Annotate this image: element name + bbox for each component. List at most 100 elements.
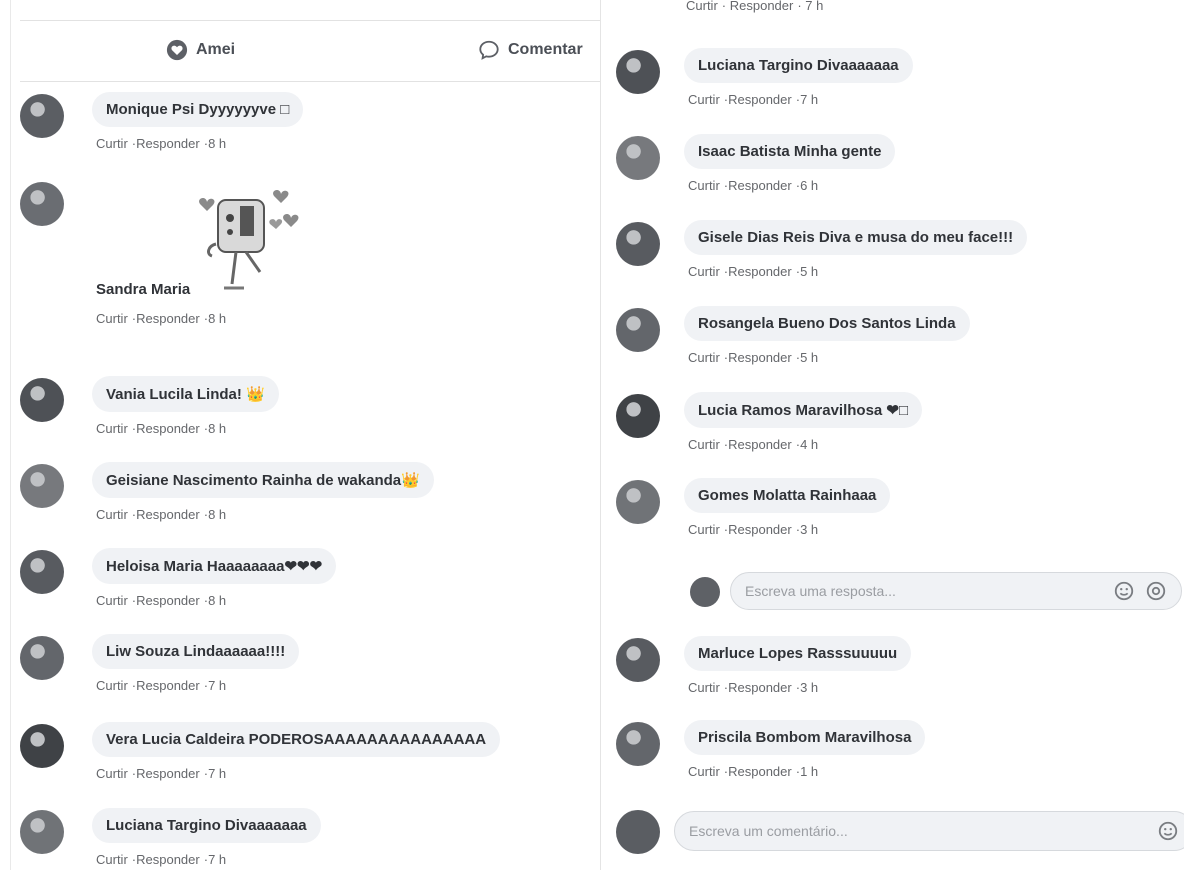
like-link[interactable]: Curtir [96, 593, 128, 608]
commenter-name[interactable]: Monique Psi [106, 101, 194, 118]
comment-body: Lucia Ramos Maravilhosa ❤□ Curtir ·Respond… [684, 392, 923, 452]
avatar[interactable] [616, 50, 660, 94]
comment-text: Linda! 👑 [196, 386, 265, 403]
like-link[interactable]: Curtir [96, 507, 128, 522]
emoji-icon[interactable] [1157, 820, 1179, 842]
reply-link[interactable]: Responder [728, 92, 792, 107]
reply-link[interactable]: Responder [136, 421, 200, 436]
avatar[interactable] [616, 722, 660, 766]
comment-bubble: Lucia Ramos Maravilhosa ❤□ [684, 392, 923, 428]
reply-link[interactable]: Responder [728, 437, 792, 452]
comment-composer: Escreva um comentário... [616, 808, 1184, 854]
avatar[interactable] [20, 378, 64, 422]
reply-input[interactable]: Escreva uma resposta... [730, 572, 1182, 610]
comment-bubble: Luciana Targino Divaaaaaaa [684, 48, 913, 83]
avatar[interactable] [616, 394, 660, 438]
reply-link[interactable]: Responder [728, 764, 792, 779]
like-link[interactable]: Curtir [688, 680, 720, 695]
comment-item: Priscila Bombom Maravilhosa Curtir ·Respon… [616, 720, 926, 779]
comment-item: Gomes Molatta Rainhaaa Curtir ·Responder ·3… [616, 478, 891, 537]
reply-link[interactable]: Responder [728, 680, 792, 695]
comment-meta: Curtir ·Responder ·8 h [96, 507, 227, 522]
comment-text: Rasssuuuuu [807, 645, 898, 662]
love-label: Amei [196, 41, 236, 58]
reply-link[interactable]: Responder [728, 178, 792, 193]
comment-item: Rosangela Bueno Dos Santos Linda Curtir ·R… [616, 306, 970, 365]
commenter-name[interactable]: Luciana Targino [698, 57, 813, 74]
avatar[interactable] [20, 550, 64, 594]
commenter-name[interactable]: Gomes Molatta [698, 487, 806, 504]
reply-link[interactable]: Responder [728, 522, 792, 537]
comment-text: Haaaaaaaa❤❤❤ [206, 558, 323, 575]
avatar[interactable] [20, 636, 64, 680]
reply-link[interactable]: Responder [136, 766, 200, 781]
avatar[interactable] [20, 724, 64, 768]
reply-link[interactable]: Responder [730, 0, 794, 13]
timestamp: 3 h [800, 522, 819, 537]
like-link[interactable]: Curtir [688, 437, 720, 452]
like-link[interactable]: Curtir [688, 350, 720, 365]
like-link[interactable]: Curtir [688, 92, 720, 107]
reply-link[interactable]: Responder [728, 350, 792, 365]
comment-bubble: Vera Lucia Caldeira PODEROSAAAAAAAAAAAAA… [92, 722, 501, 757]
timestamp: 5 h [800, 350, 819, 365]
commenter-name[interactable]: Heloisa Maria [106, 558, 203, 575]
avatar[interactable] [616, 308, 660, 352]
timestamp: 6 h [800, 178, 819, 193]
like-link[interactable]: Curtir [688, 522, 720, 537]
comment-input[interactable]: Escreva um comentário... [674, 811, 1184, 851]
like-link[interactable]: Curtir [688, 764, 720, 779]
comment-bubble: Vania Lucila Linda! 👑 [92, 376, 279, 412]
like-link[interactable]: Curtir [96, 136, 128, 151]
comment-button[interactable]: Comentar [478, 39, 583, 61]
commenter-name[interactable]: Marluce Lopes [698, 645, 803, 662]
like-link[interactable]: Curtir [96, 766, 128, 781]
comment-meta: Curtir ·Responder ·8 h [96, 421, 227, 436]
reply-link[interactable]: Responder [728, 264, 792, 279]
commenter-name[interactable]: Isaac Batista [698, 143, 790, 160]
comment-text: PODEROSAAAAAAAAAAAAAAA [248, 731, 487, 748]
divider [10, 0, 11, 870]
like-link[interactable]: Curtir [96, 852, 128, 867]
left-comments-panel: Amei Comentar Monique Psi Dyyyyyyve □ Cur… [0, 0, 601, 870]
commenter-name[interactable]: Luciana Targino [106, 817, 221, 834]
comment-body: Priscila Bombom Maravilhosa Curtir ·Respon… [684, 720, 926, 779]
comment-bubble: Sandra Maria [92, 277, 194, 302]
commenter-name[interactable]: Vania Lucila [106, 386, 193, 403]
commenter-name[interactable]: Lucia Ramos [698, 402, 791, 419]
like-link[interactable]: Curtir [96, 678, 128, 693]
reply-link[interactable]: Responder [136, 311, 200, 326]
reply-link[interactable]: Responder [136, 593, 200, 608]
commenter-name[interactable]: Sandra Maria [96, 281, 190, 298]
avatar[interactable] [20, 810, 64, 854]
commenter-name[interactable]: Geisiane Nascimento [106, 472, 258, 489]
like-link[interactable]: Curtir [686, 0, 718, 13]
reply-link[interactable]: Responder [136, 136, 200, 151]
love-button[interactable]: Amei [166, 39, 235, 61]
comment-meta: Curtir ·Responder ·7 h [96, 678, 227, 693]
avatar[interactable] [20, 182, 64, 226]
like-link[interactable]: Curtir [96, 421, 128, 436]
avatar[interactable] [20, 94, 64, 138]
like-link[interactable]: Curtir [688, 178, 720, 193]
avatar[interactable] [616, 480, 660, 524]
commenter-name[interactable]: Priscila Bombom [698, 729, 821, 746]
commenter-name[interactable]: Rosangela Bueno Dos Santos [698, 315, 911, 332]
commenter-name[interactable]: Vera Lucia Caldeira [106, 731, 244, 748]
emoji-icon[interactable] [1113, 580, 1135, 602]
avatar[interactable] [20, 464, 64, 508]
comment-icon [479, 40, 499, 60]
reply-link[interactable]: Responder [136, 678, 200, 693]
like-link[interactable]: Curtir [96, 311, 128, 326]
reply-link[interactable]: Responder [136, 507, 200, 522]
reply-link[interactable]: Responder [136, 852, 200, 867]
avatar[interactable] [616, 222, 660, 266]
commenter-name[interactable]: Gisele Dias Reis [698, 229, 815, 246]
avatar[interactable] [616, 136, 660, 180]
like-link[interactable]: Curtir [688, 264, 720, 279]
camera-icon[interactable] [1145, 580, 1167, 602]
comment-meta: Curtir ·Responder ·4 h [688, 437, 819, 452]
post-actions-bar: Amei Comentar [20, 20, 600, 82]
avatar[interactable] [616, 638, 660, 682]
commenter-name[interactable]: Liw Souza [106, 643, 179, 660]
